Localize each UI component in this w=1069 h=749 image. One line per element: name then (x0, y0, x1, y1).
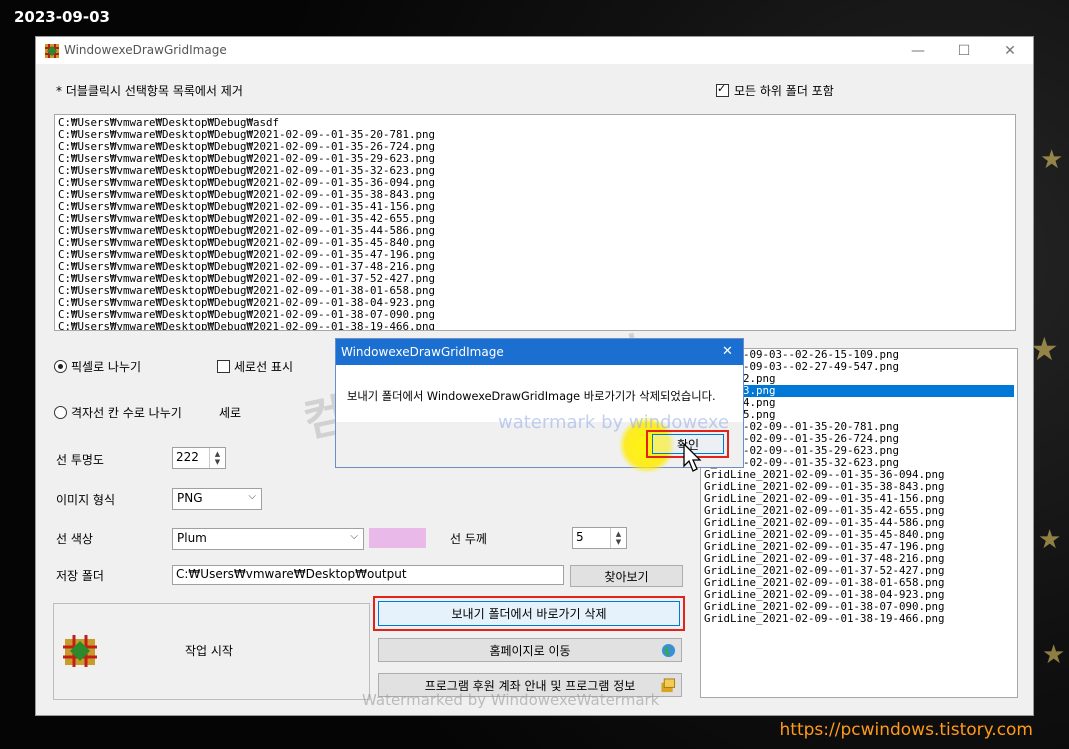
result-rows: e_2023-09-03--02-26-15-109.png e_2023-09-… (704, 349, 1014, 625)
include-subfolders-label: 모든 하위 폴더 포함 (734, 84, 834, 98)
opacity-label: 선 투명도 (56, 453, 104, 467)
globe-icon (661, 643, 676, 658)
color-swatch (369, 528, 426, 548)
dialog-close-button[interactable]: ✕ (722, 344, 733, 359)
format-value: PNG (177, 491, 203, 505)
opacity-stepper[interactable]: 222 ▲ ▼ (172, 447, 226, 469)
hint-text: * 더블클릭시 선택항목 목록에서 제거 (56, 84, 243, 98)
save-folder-label: 저장 폴더 (56, 569, 104, 583)
thickness-value: 5 (576, 530, 584, 544)
start-panel[interactable]: 작업 시작 (53, 603, 370, 700)
format-select[interactable]: PNG ⌵ (172, 488, 262, 510)
dialog-title: WindowexeDrawGridImage (341, 345, 504, 359)
homepage-label: 홈페이지로 이동 (489, 643, 571, 658)
save-folder-field[interactable]: C:₩Users₩vmware₩Desktop₩output (172, 565, 564, 585)
star-decoration: ★ (1038, 525, 1062, 555)
site-url: https://pcwindows.tistory.com (779, 720, 1033, 740)
dialog-message: 보내기 폴더에서 WindowexeDrawGridImage 바로가기가 삭제… (347, 390, 716, 403)
list-item[interactable]: C:₩Users₩vmware₩Desktop₩Debug₩2021-02-09… (58, 321, 1012, 331)
stepper-arrows-icon[interactable]: ▲ ▼ (209, 448, 225, 468)
color-label: 선 색상 (56, 532, 93, 546)
title-bar: WindowexeDrawGridImage — ☐ ✕ (36, 37, 1033, 64)
pixel-split-label: 픽셀로 나누기 (71, 360, 142, 374)
result-file-list[interactable]: e_2023-09-03--02-26-15-109.png e_2023-09-… (700, 348, 1018, 698)
vertical-line-label: 세로선 표시 (234, 360, 294, 374)
date-stamp: 2023-09-03 (14, 8, 110, 26)
maximize-button[interactable]: ☐ (941, 37, 987, 64)
thickness-stepper[interactable]: 5 ▲ ▼ (572, 527, 627, 549)
color-select[interactable]: Plum ⌵ (172, 528, 364, 550)
app-grid-icon (45, 44, 59, 58)
app-grid-icon (63, 635, 97, 667)
watermark-text: watermark by windowexe (498, 412, 730, 433)
info-icon (661, 678, 676, 693)
opacity-value: 222 (176, 450, 199, 464)
message-dialog: WindowexeDrawGridImage ✕ 보내기 폴더에서 Window… (335, 338, 744, 473)
color-value: Plum (177, 531, 207, 545)
list-item[interactable]: GridLine_2021-02-09--01-38-19-466.png (704, 613, 1014, 625)
format-label: 이미지 형식 (56, 493, 116, 507)
grid-split-radio[interactable] (54, 406, 67, 419)
delete-shortcut-button[interactable]: 보내기 폴더에서 바로가기 삭제 (378, 601, 680, 626)
watermark-text: Watermarked by WindowexeWatermark (362, 691, 660, 709)
grid-split-label: 격자선 칸 수로 나누기 (71, 406, 182, 420)
source-file-list[interactable]: C:₩Users₩vmware₩Desktop₩Debug₩asdf C:₩Us… (54, 114, 1016, 331)
chevron-down-icon[interactable]: ⌵ (248, 491, 256, 502)
start-label: 작업 시작 (185, 644, 233, 658)
star-decoration: ★ (1040, 145, 1064, 175)
mouse-cursor-icon (683, 443, 702, 472)
star-decoration: ★ (1042, 640, 1066, 670)
dialog-title-bar: WindowexeDrawGridImage ✕ (336, 339, 743, 365)
star-decoration: ★ (1030, 330, 1059, 368)
grid-vertical-label: 세로 (219, 406, 242, 420)
window-title: WindowexeDrawGridImage (64, 43, 227, 57)
chevron-down-icon[interactable]: ⌵ (350, 531, 358, 542)
close-button[interactable]: ✕ (987, 37, 1033, 64)
browse-button[interactable]: 찾아보기 (570, 565, 683, 587)
stepper-arrows-icon[interactable]: ▲ ▼ (610, 528, 626, 548)
thickness-label: 선 두께 (450, 532, 487, 546)
homepage-button[interactable]: 홈페이지로 이동 (378, 638, 682, 662)
include-subfolders-checkbox[interactable] (716, 82, 729, 97)
vertical-line-checkbox[interactable] (217, 360, 230, 373)
pixel-split-radio[interactable] (54, 360, 67, 373)
minimize-button[interactable]: — (895, 37, 941, 64)
